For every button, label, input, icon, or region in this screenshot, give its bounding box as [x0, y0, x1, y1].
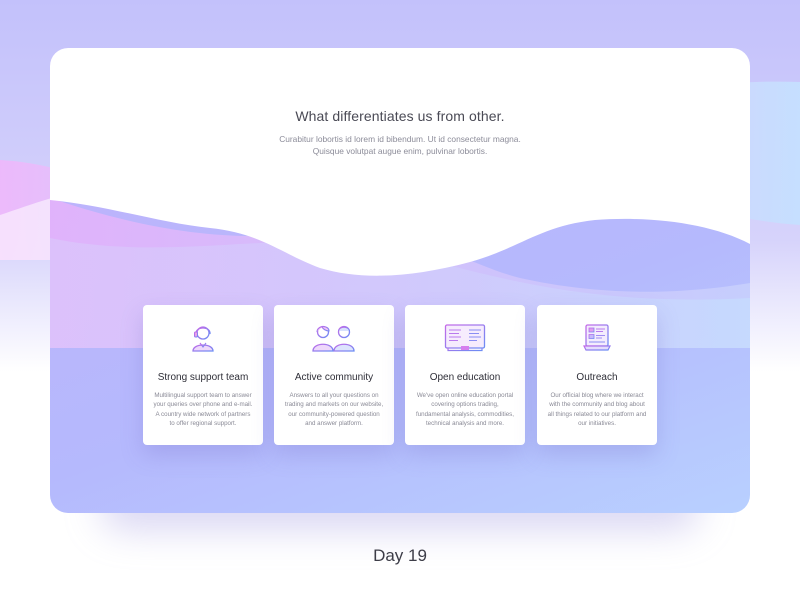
- feature-title: Open education: [429, 372, 501, 383]
- open-book-icon: [405, 319, 525, 355]
- feature-card-education[interactable]: Open education We've open online educati…: [405, 305, 525, 445]
- blog-monitor-icon: [537, 319, 657, 355]
- section-subtitle: Curabitur lobortis id lorem id bibendum.…: [279, 134, 521, 156]
- feature-card-support[interactable]: Strong support team Multilingual support…: [143, 305, 263, 445]
- main-panel: What differentiates us from other. Curab…: [50, 48, 750, 513]
- feature-title: Outreach: [576, 372, 618, 383]
- feature-card-outreach[interactable]: Outreach Our official blog where we inte…: [537, 305, 657, 445]
- feature-description: We've open online education portal cover…: [415, 392, 514, 428]
- community-people-icon: [274, 319, 394, 355]
- feature-title: Active community: [294, 372, 374, 383]
- feature-description: Answers to all your questions on trading…: [284, 392, 384, 428]
- feature-description: Our official blog where we interact with…: [547, 392, 647, 428]
- feature-title: Strong support team: [157, 372, 249, 383]
- section-title: What differentiates us from other.: [295, 108, 505, 124]
- feature-description: Multilingual support team to answer your…: [153, 392, 253, 428]
- feature-card-community[interactable]: Active community Answers to all your que…: [274, 305, 394, 445]
- support-agent-icon: [143, 319, 263, 355]
- day-label: Day 19: [373, 546, 427, 565]
